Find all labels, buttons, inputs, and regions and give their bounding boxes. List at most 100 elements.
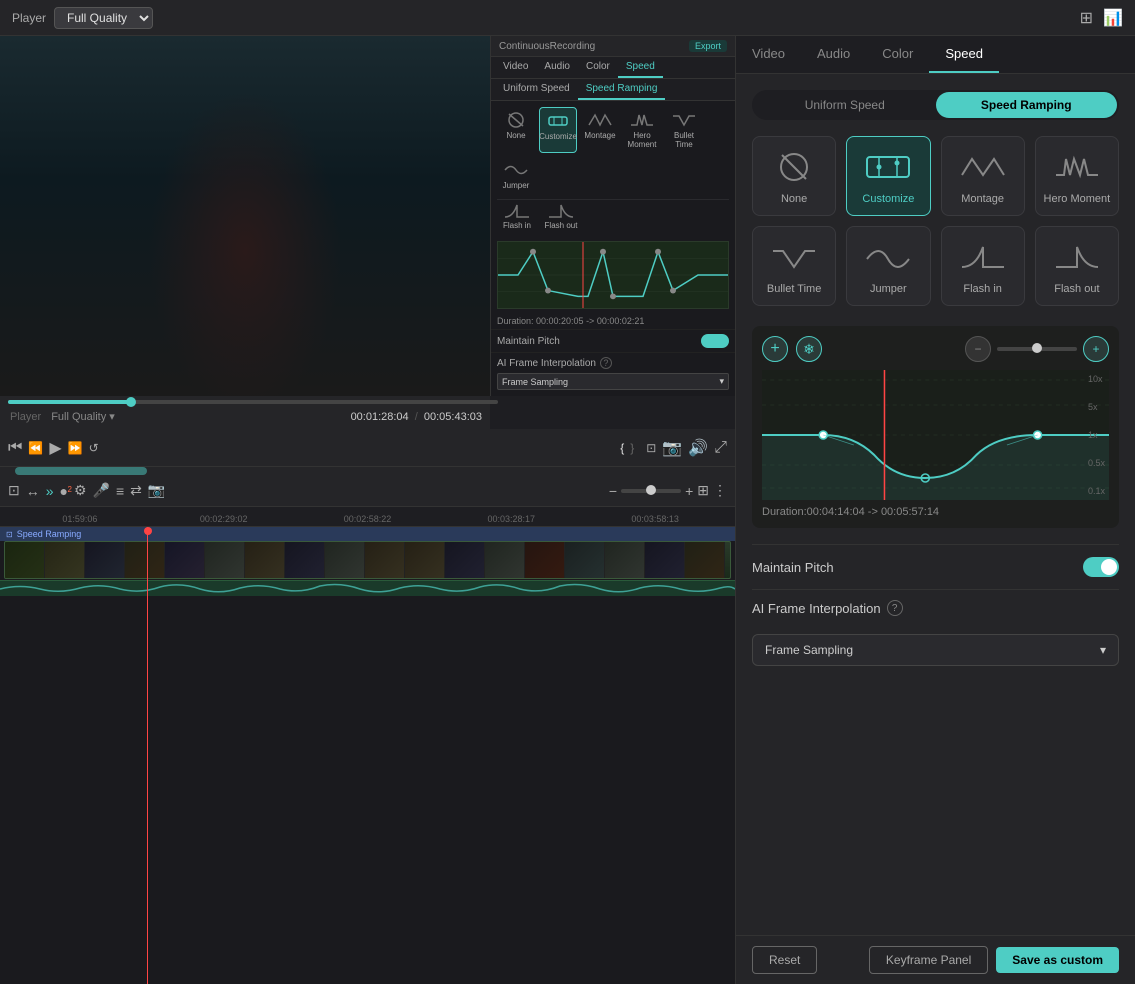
inner-preset-flash-out[interactable]: Flash out xyxy=(541,202,581,231)
step-back-btn[interactable]: ⏪ xyxy=(28,441,43,455)
speed-slider[interactable] xyxy=(997,347,1077,351)
progress-thumb xyxy=(126,397,136,407)
thumb-17 xyxy=(645,542,685,578)
progress-fill xyxy=(8,400,131,404)
inner-tab-speed[interactable]: Speed xyxy=(618,57,663,78)
zoom-minus[interactable]: − xyxy=(609,483,617,499)
inner-ramping-tab[interactable]: Speed Ramping xyxy=(578,79,666,100)
timeline-btn-6[interactable]: 🎤 xyxy=(93,482,110,499)
frame-dropdown[interactable]: Frame Sampling ▾ xyxy=(752,634,1119,666)
tab-audio[interactable]: Audio xyxy=(801,36,866,73)
ai-help-icon[interactable]: ? xyxy=(887,600,903,616)
preset-card-customize[interactable]: Customize xyxy=(846,136,930,216)
chart-icon[interactable]: 📊 xyxy=(1103,8,1123,28)
preset-card-flash-out[interactable]: Flash out xyxy=(1035,226,1119,306)
speed-slider-thumb xyxy=(1032,343,1042,353)
timeline-btn-7[interactable]: ≡ xyxy=(116,483,124,499)
inner-ai-help[interactable]: ? xyxy=(600,357,612,369)
inner-preset-customize[interactable]: Customize xyxy=(539,107,577,153)
play-btn[interactable]: ▶ xyxy=(49,438,61,458)
preset-bullet-icon xyxy=(766,237,822,277)
preset-montage-icon xyxy=(955,147,1011,187)
preset-grid-large: None Customize xyxy=(752,136,1119,306)
speed-ramping-tab[interactable]: Speed Ramping xyxy=(936,92,1118,118)
right-tabs: Video Audio Color Speed xyxy=(736,36,1135,74)
reset-button[interactable]: Reset xyxy=(752,946,817,974)
layout-btn[interactable]: ⊞ xyxy=(697,482,709,499)
preset-card-none[interactable]: None xyxy=(752,136,836,216)
graph-plus-btn[interactable]: + xyxy=(762,336,788,362)
inner-preset-hero[interactable]: Hero Moment xyxy=(623,107,661,153)
more-btn[interactable]: ⋮ xyxy=(713,482,727,499)
timeline-btn-3[interactable]: » xyxy=(46,483,54,499)
inner-preset-none[interactable]: None xyxy=(497,107,535,153)
graph-minus-btn[interactable]: − xyxy=(965,336,991,362)
inner-preset-bullet[interactable]: Bullet Time xyxy=(665,107,703,153)
montage-icon xyxy=(586,110,614,130)
tab-video[interactable]: Video xyxy=(736,36,801,73)
thumb-5 xyxy=(165,542,205,578)
overlay-btn[interactable]: ⊡ xyxy=(646,441,656,455)
thumb-strip xyxy=(5,542,725,578)
preset-card-flash-in[interactable]: Flash in xyxy=(941,226,1025,306)
flash-out-icon xyxy=(546,202,576,220)
uniform-speed-tab[interactable]: Uniform Speed xyxy=(754,92,936,118)
timeline-btn-1[interactable]: ⊡ xyxy=(8,482,20,499)
quality-btn: Full Quality ▾ xyxy=(49,408,117,425)
ruler-mark-4: 00:03:58:13 xyxy=(583,514,727,524)
preset-montage-label: Montage xyxy=(961,193,1004,205)
ruler-marks: 01:59:06 00:02:29:02 00:02:58:22 00:03:2… xyxy=(0,514,735,524)
timeline-btn-8[interactable]: ⇄ xyxy=(130,482,142,499)
photo-btn[interactable]: 📷 xyxy=(662,438,682,458)
bracket-end: } xyxy=(630,441,634,455)
quality-select[interactable]: Full Quality xyxy=(54,7,153,29)
inner-uniform-tab[interactable]: Uniform Speed xyxy=(495,79,578,100)
thumb-13 xyxy=(485,542,525,578)
inner-maintain-toggle[interactable] xyxy=(701,334,729,348)
inner-duration: Duration: 00:00:20:05 -> 00:00:02:21 xyxy=(491,313,735,329)
preset-card-montage[interactable]: Montage xyxy=(941,136,1025,216)
preset-card-hero[interactable]: Hero Moment xyxy=(1035,136,1119,216)
main-content: ContinuousRecording Export Video Audio C… xyxy=(0,36,1135,984)
graph-plus-right-btn[interactable]: + xyxy=(1083,336,1109,362)
step-forward-btn[interactable]: ⏩ xyxy=(68,441,83,455)
audio-btn[interactable]: 🔊 xyxy=(688,438,708,458)
video-row: ContinuousRecording Export Video Audio C… xyxy=(0,36,735,396)
inner-preset-flash-in[interactable]: Flash in xyxy=(497,202,537,231)
grid-icon[interactable]: ⊞ xyxy=(1080,8,1093,28)
timeline-scroll-top[interactable] xyxy=(0,467,735,475)
maintain-pitch-label: Maintain Pitch xyxy=(752,560,834,575)
timeline-btn-9[interactable]: 📷 xyxy=(148,482,165,499)
inner-tab-video[interactable]: Video xyxy=(495,57,536,78)
timeline-btn-2[interactable]: ↔ xyxy=(26,483,40,499)
loop-btn[interactable]: ↺ xyxy=(89,441,99,455)
preset-jumper-label: Jumper xyxy=(870,283,907,295)
rewind-btn[interactable]: ⏮ xyxy=(8,439,22,457)
progress-bar[interactable] xyxy=(8,400,498,404)
tab-color[interactable]: Color xyxy=(866,36,929,73)
inner-frame-select[interactable]: Frame Sampling ▾ xyxy=(497,373,729,390)
preset-card-bullet[interactable]: Bullet Time xyxy=(752,226,836,306)
preset-card-jumper[interactable]: Jumper xyxy=(846,226,930,306)
zoom-slider[interactable] xyxy=(621,489,681,493)
snowflake-btn[interactable]: ❄ xyxy=(796,336,822,362)
keyframe-panel-button[interactable]: Keyframe Panel xyxy=(869,946,988,974)
thumb-2 xyxy=(45,542,85,578)
tab-speed[interactable]: Speed xyxy=(929,36,999,73)
export-btn[interactable]: Export xyxy=(689,40,727,52)
inner-ai-label: AI Frame Interpolation xyxy=(497,358,596,369)
maintain-pitch-toggle[interactable] xyxy=(1083,557,1119,577)
timeline-btn-4[interactable]: ● 2 xyxy=(60,483,68,499)
thumb-4 xyxy=(125,542,165,578)
toggle-knob xyxy=(1101,559,1117,575)
inner-preset-jumper[interactable]: Jumper xyxy=(497,157,535,194)
inner-preset-montage[interactable]: Montage xyxy=(581,107,619,153)
timeline-btn-5[interactable]: ⚙ xyxy=(74,482,87,499)
inner-tab-color[interactable]: Color xyxy=(578,57,618,78)
zoom-plus[interactable]: + xyxy=(685,483,693,499)
thumb-16 xyxy=(605,542,645,578)
fullscreen-btn[interactable]: ⤢ xyxy=(714,439,727,457)
y-label-5x: 5x xyxy=(1088,402,1105,412)
save-custom-button[interactable]: Save as custom xyxy=(996,947,1119,973)
inner-tab-audio[interactable]: Audio xyxy=(536,57,578,78)
